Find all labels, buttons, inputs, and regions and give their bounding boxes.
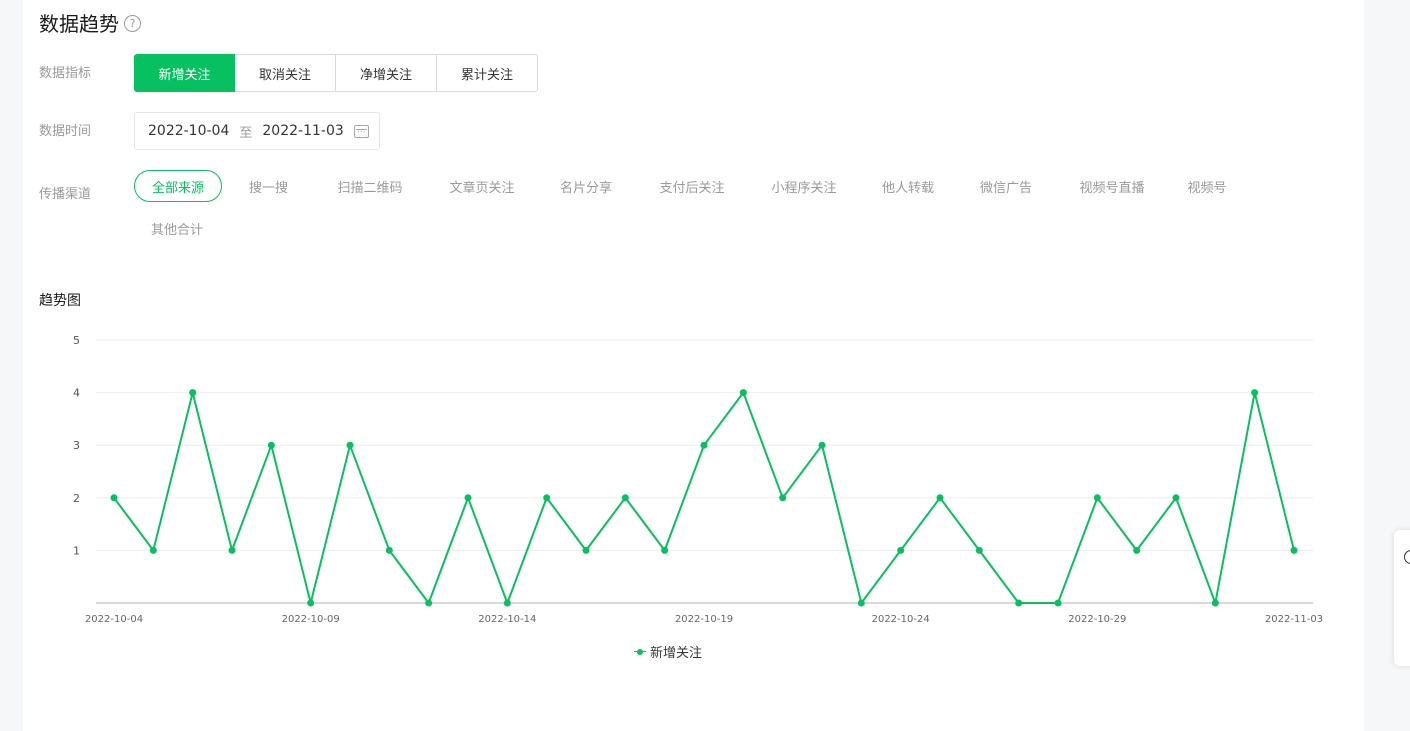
data-point bbox=[1211, 599, 1219, 607]
data-point bbox=[503, 599, 511, 607]
data-point bbox=[936, 494, 944, 502]
data-point bbox=[110, 494, 118, 502]
data-point bbox=[307, 599, 315, 607]
legend-label: 新增关注 bbox=[650, 646, 703, 661]
y-tick-label: 2 bbox=[73, 492, 80, 505]
data-point bbox=[857, 599, 865, 607]
data-point bbox=[661, 546, 669, 554]
data-point bbox=[818, 441, 826, 449]
data-point bbox=[700, 441, 708, 449]
y-tick-label: 5 bbox=[73, 334, 80, 347]
x-tick-label: 2022-10-29 bbox=[1068, 614, 1126, 625]
x-tick-label: 2022-11-03 bbox=[1265, 614, 1323, 625]
x-tick-label: 2022-10-04 bbox=[85, 614, 143, 625]
floating-side-widget[interactable] bbox=[1394, 530, 1410, 666]
data-point bbox=[346, 441, 354, 449]
y-tick-label: 4 bbox=[73, 387, 80, 400]
data-point bbox=[1251, 389, 1259, 397]
data-point bbox=[739, 389, 747, 397]
help-circle-icon[interactable] bbox=[1404, 550, 1410, 564]
data-point bbox=[975, 546, 983, 554]
data-point bbox=[1133, 546, 1141, 554]
data-point bbox=[1054, 599, 1062, 607]
data-point bbox=[1290, 546, 1298, 554]
data-point bbox=[189, 389, 197, 397]
data-point bbox=[267, 441, 275, 449]
x-tick-label: 2022-10-24 bbox=[872, 614, 930, 625]
data-point bbox=[1093, 494, 1101, 502]
legend-line-dot-icon bbox=[634, 646, 646, 658]
data-point bbox=[582, 546, 590, 554]
data-point bbox=[543, 494, 551, 502]
data-point bbox=[779, 494, 787, 502]
x-tick-label: 2022-10-14 bbox=[478, 614, 536, 625]
data-point bbox=[621, 494, 629, 502]
trend-chart: 1 2 3 4 5 2022-10-04 2022-10-09 2022-10-14 2022-… bbox=[73, 334, 1323, 625]
x-tick-label: 2022-10-09 bbox=[282, 614, 340, 625]
data-point bbox=[897, 546, 905, 554]
x-tick-label: 2022-10-19 bbox=[675, 614, 733, 625]
data-point bbox=[385, 546, 393, 554]
chart-legend[interactable]: 新增关注 bbox=[634, 642, 702, 661]
y-tick-label: 1 bbox=[73, 544, 80, 557]
data-point bbox=[149, 546, 157, 554]
data-point bbox=[1015, 599, 1023, 607]
data-point bbox=[464, 494, 472, 502]
data-point bbox=[228, 546, 236, 554]
data-point bbox=[425, 599, 433, 607]
data-point bbox=[1172, 494, 1180, 502]
y-tick-label: 3 bbox=[73, 439, 80, 452]
